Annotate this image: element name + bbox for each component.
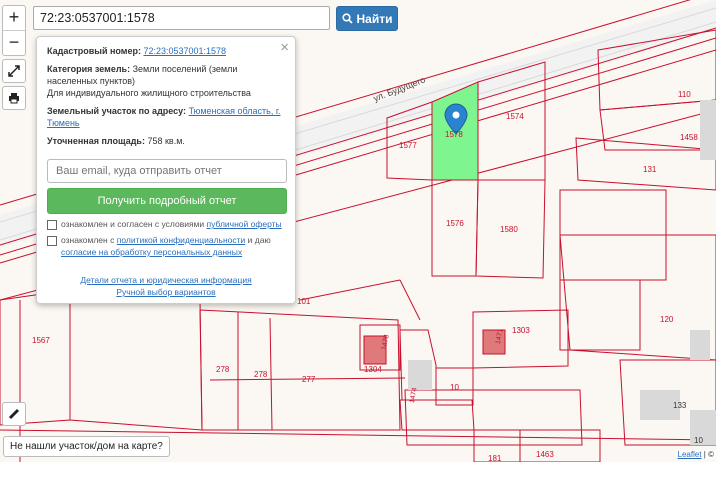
parcel-label: 101 <box>297 297 311 306</box>
parcel-label: 120 <box>660 315 674 324</box>
parcel-label: 1463 <box>536 450 554 459</box>
fullscreen-button[interactable] <box>2 59 26 83</box>
parcel-label: 1458 <box>680 133 698 142</box>
parcel-label: 1576 <box>446 219 464 228</box>
search-icon <box>341 13 353 24</box>
offer-link[interactable]: публичной оферты <box>207 219 282 229</box>
consent-offer-text: ознакомлен и согласен с условиями <box>61 219 205 229</box>
consent-privacy-text-2: и даю <box>247 235 271 245</box>
address-label: Земельный участок по адресу: <box>47 106 187 116</box>
manual-selection-link[interactable]: Ручной выбор вариантов <box>116 287 215 297</box>
zoom-out-button[interactable]: − <box>3 30 25 55</box>
leaflet-link[interactable]: Leaflet <box>678 450 702 459</box>
parcel-label: 1303 <box>512 326 530 335</box>
not-found-button[interactable]: Не нашли участок/дом на карте? <box>3 436 170 457</box>
report-details-link[interactable]: Детали отчета и юридическая информация <box>80 275 251 285</box>
parcel-label: 181 <box>488 454 502 462</box>
consent-offer: ознакомлен и согласен с условиями публич… <box>47 218 285 230</box>
parcel-label: 110 <box>678 90 691 99</box>
find-button[interactable]: Найти <box>336 6 398 31</box>
personal-data-consent-link[interactable]: согласие на обработку персональных данны… <box>61 247 242 257</box>
parcel-label: 277 <box>302 375 316 384</box>
parcel-info-popup: × Кадастровый номер: 72:23:0537001:1578 … <box>36 36 296 304</box>
ruler-icon <box>8 408 20 420</box>
parcel-label: 278 <box>216 365 230 374</box>
measure-button[interactable] <box>2 402 26 426</box>
parcel-label: 10 <box>450 383 459 392</box>
consent-privacy-text: ознакомлен с <box>61 235 115 245</box>
parcel-label: 133 <box>673 401 687 410</box>
parcel-label: 1578 <box>445 130 463 139</box>
parcel-label: 10 <box>694 436 703 445</box>
parcel-label: 1567 <box>32 336 50 345</box>
attribution-separator: | © <box>703 450 714 459</box>
cadastral-search-input[interactable] <box>33 6 330 30</box>
map-attribution: Leaflet | © <box>675 450 716 459</box>
cadastral-number-link[interactable]: 72:23:0537001:1578 <box>143 46 226 56</box>
zoom-in-button[interactable]: + <box>3 6 25 30</box>
print-button[interactable] <box>2 86 26 110</box>
parcel-label: 1304 <box>364 365 382 374</box>
zoom-control: + − <box>2 5 26 56</box>
consent-offer-checkbox[interactable] <box>47 220 57 230</box>
parcel-label: 1580 <box>500 225 518 234</box>
area-label: Уточненная площадь: <box>47 136 145 146</box>
privacy-policy-link[interactable]: политикой конфиденциальности <box>117 235 246 245</box>
get-report-button[interactable]: Получить подробный отчет <box>47 188 287 214</box>
consent-privacy: ознакомлен с политикой конфиденциальност… <box>47 234 285 258</box>
parcel-label: 131 <box>643 165 657 174</box>
parcel-label: 278 <box>254 370 268 379</box>
email-input[interactable] <box>47 159 287 183</box>
find-button-label: Найти <box>356 11 393 26</box>
parcel-label: 1577 <box>399 141 417 150</box>
land-use-value: Для индивидуального жилищного строительс… <box>47 88 251 98</box>
close-icon[interactable]: × <box>280 39 289 56</box>
expand-icon <box>8 65 20 77</box>
print-icon <box>9 93 19 104</box>
area-value: 758 кв.м. <box>147 136 185 146</box>
popup-footer-links: Детали отчета и юридическая информация Р… <box>47 274 285 298</box>
land-category-label: Категория земель: <box>47 64 131 74</box>
parcel-label: 1574 <box>506 112 524 121</box>
bottom-bar <box>0 462 716 478</box>
cadastral-number-label: Кадастровый номер: <box>47 46 141 56</box>
consent-privacy-checkbox[interactable] <box>47 236 57 246</box>
